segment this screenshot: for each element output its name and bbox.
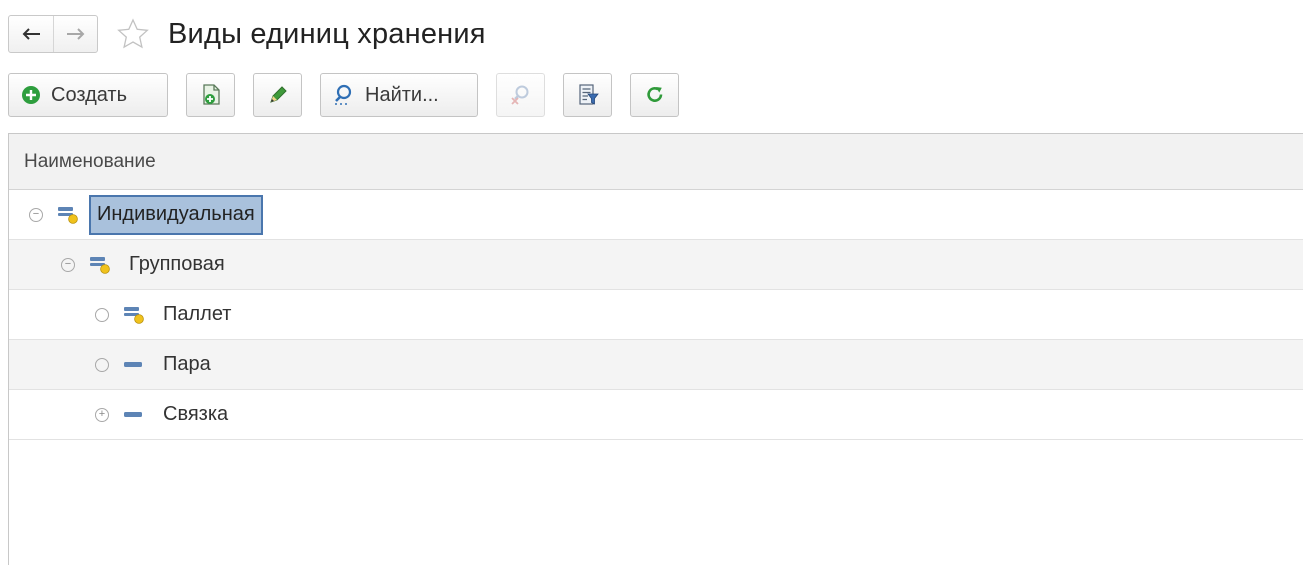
arrow-right-icon xyxy=(66,28,84,40)
page-title: Виды единиц хранения xyxy=(168,17,486,50)
forward-button[interactable] xyxy=(53,16,97,52)
collapse-icon[interactable]: − xyxy=(61,257,75,272)
back-button[interactable] xyxy=(9,16,53,52)
table-row[interactable]: Паллет xyxy=(9,290,1303,340)
filter-list-icon xyxy=(578,84,599,105)
tree-item-label[interactable]: Групповая xyxy=(125,245,229,285)
storage-unit-folder-icon xyxy=(58,206,78,224)
find-button-label: Найти... xyxy=(365,83,439,106)
table-row[interactable]: − Индивидуальная xyxy=(9,190,1303,240)
edit-button[interactable] xyxy=(253,73,302,117)
tree-item-label[interactable]: Индивидуальная xyxy=(89,194,263,235)
expand-icon[interactable]: + xyxy=(95,407,109,422)
favorite-star-button[interactable] xyxy=(116,17,150,51)
find-button[interactable]: Найти... xyxy=(320,73,478,117)
refresh-button[interactable] xyxy=(630,73,679,117)
arrow-left-icon xyxy=(22,28,40,40)
pencil-icon xyxy=(269,86,287,103)
list-settings-button[interactable] xyxy=(563,73,612,117)
cancel-search-button[interactable] xyxy=(496,73,545,117)
create-button[interactable]: Создать xyxy=(8,73,168,117)
storage-unit-icon xyxy=(124,411,142,417)
cancel-search-icon xyxy=(510,85,528,105)
column-header-label: Наименование xyxy=(24,150,156,172)
search-icon xyxy=(335,84,352,105)
table-row[interactable]: + Связка xyxy=(9,390,1303,440)
title-bar: Виды единиц хранения xyxy=(8,12,486,56)
table-row[interactable]: Пара xyxy=(9,340,1303,390)
collapse-icon[interactable]: − xyxy=(29,207,43,222)
tree-item-label[interactable]: Пара xyxy=(159,345,215,385)
create-button-label: Создать xyxy=(51,83,128,106)
table-row[interactable]: − Групповая xyxy=(9,240,1303,290)
storage-unit-icon xyxy=(124,361,142,367)
plus-circle-icon xyxy=(22,86,40,104)
storage-unit-folder-icon xyxy=(124,306,144,324)
copy-button[interactable] xyxy=(186,73,235,117)
storage-unit-folder-icon xyxy=(90,256,110,274)
copy-document-icon xyxy=(202,84,220,105)
refresh-icon xyxy=(646,87,662,102)
navigation-buttons xyxy=(8,15,98,53)
star-icon xyxy=(117,18,149,49)
storage-unit-types-table: Наименование − Индивидуальная − Группова… xyxy=(8,133,1303,565)
column-header-name[interactable]: Наименование xyxy=(9,134,1303,190)
tree-item-label[interactable]: Паллет xyxy=(159,295,235,335)
tree-item-label[interactable]: Связка xyxy=(159,395,232,435)
toolbar: Создать Найти... xyxy=(8,72,697,118)
leaf-node-icon xyxy=(95,357,109,372)
leaf-node-icon xyxy=(95,307,109,322)
